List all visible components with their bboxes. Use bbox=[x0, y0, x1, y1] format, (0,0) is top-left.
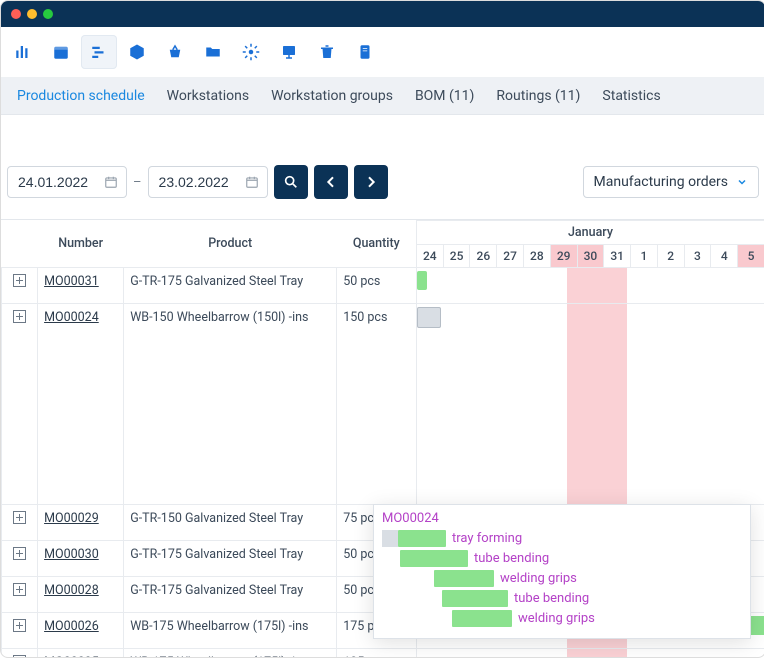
day-header: 24 bbox=[416, 245, 443, 268]
gantt-bar[interactable] bbox=[417, 307, 441, 328]
expand-button[interactable] bbox=[2, 268, 38, 304]
date-separator: – bbox=[133, 175, 142, 190]
op-label: tube bending bbox=[474, 551, 549, 566]
order-number-link[interactable]: MO00026 bbox=[44, 619, 99, 634]
day-header: 28 bbox=[523, 245, 550, 268]
tab-production-schedule[interactable]: Production schedule bbox=[17, 88, 145, 104]
order-number-link[interactable]: MO00031 bbox=[44, 274, 99, 289]
dashboard-icon[interactable] bbox=[5, 35, 41, 69]
expand-button[interactable] bbox=[2, 304, 38, 505]
product-cell: WB-175 Wheelbarrow (175l) -ins bbox=[124, 613, 337, 649]
gantt-bar[interactable] bbox=[417, 271, 427, 290]
table-row: MO00024 WB-150 Wheelbarrow (150l) -ins150… bbox=[2, 304, 764, 505]
timeline-cell[interactable] bbox=[416, 304, 764, 505]
basket-icon[interactable] bbox=[157, 35, 193, 69]
product-cell: G-TR-175 Galvanized Steel Tray bbox=[124, 268, 337, 304]
day-header: 27 bbox=[497, 245, 524, 268]
order-number-link[interactable]: MO00030 bbox=[44, 547, 99, 562]
col-product: Product bbox=[124, 221, 337, 268]
tab-workstation-groups[interactable]: Workstation groups bbox=[271, 88, 393, 104]
expand-button[interactable] bbox=[2, 505, 38, 541]
tab-statistics[interactable]: Statistics bbox=[602, 88, 660, 104]
day-header: 30 bbox=[577, 245, 604, 268]
day-header: 25 bbox=[443, 245, 470, 268]
product-cell: G-TR-175 Galvanized Steel Tray bbox=[124, 541, 337, 577]
tab-routings[interactable]: Routings (11) bbox=[496, 88, 580, 104]
toolbar: – Manufacturing orders bbox=[1, 115, 764, 219]
timeline-cell[interactable] bbox=[416, 268, 764, 304]
expand-button[interactable] bbox=[2, 577, 38, 613]
table-row: MO00031 G-TR-175 Galvanized Steel Tray50 … bbox=[2, 268, 764, 304]
day-header: 1 bbox=[631, 245, 658, 268]
order-number-link[interactable]: MO00024 bbox=[44, 310, 99, 325]
tab-workstations[interactable]: Workstations bbox=[167, 88, 249, 104]
op-label: tube bending bbox=[514, 591, 589, 606]
maximize-dot[interactable] bbox=[43, 9, 53, 19]
date-from-field[interactable] bbox=[7, 166, 127, 198]
calendar-small-icon bbox=[104, 175, 118, 189]
search-button[interactable] bbox=[274, 165, 308, 199]
op-label: welding grips bbox=[500, 571, 577, 586]
view-select[interactable]: Manufacturing orders bbox=[583, 166, 760, 198]
product-cell: G-TR-175 Galvanized Steel Tray bbox=[124, 577, 337, 613]
col-number: Number bbox=[38, 221, 124, 268]
date-to-input[interactable] bbox=[157, 173, 239, 191]
quantity-cell: 50 pcs bbox=[337, 268, 417, 304]
gantt-area: Number Product Quantity January 24252627… bbox=[1, 219, 764, 657]
day-header: 2 bbox=[657, 245, 684, 268]
order-number-link[interactable]: MO00028 bbox=[44, 583, 99, 598]
gear-icon[interactable] bbox=[233, 35, 269, 69]
month-label: January bbox=[416, 221, 764, 245]
expand-button[interactable] bbox=[2, 613, 38, 649]
expand-button[interactable] bbox=[2, 541, 38, 577]
date-from-input[interactable] bbox=[16, 173, 98, 191]
box-icon[interactable] bbox=[119, 35, 155, 69]
view-select-label: Manufacturing orders bbox=[594, 174, 729, 190]
close-dot[interactable] bbox=[11, 9, 21, 19]
calendar-icon[interactable] bbox=[43, 35, 79, 69]
trash-icon[interactable] bbox=[309, 35, 345, 69]
document-icon[interactable] bbox=[347, 35, 383, 69]
tab-bom[interactable]: BOM (11) bbox=[415, 88, 474, 104]
tabbar: Production schedule Workstations Worksta… bbox=[1, 78, 764, 115]
quantity-cell: 150 pcs bbox=[337, 304, 417, 505]
folder-icon[interactable] bbox=[195, 35, 231, 69]
day-header: 29 bbox=[550, 245, 577, 268]
next-button[interactable] bbox=[354, 165, 388, 199]
date-to-field[interactable] bbox=[148, 166, 268, 198]
day-header: 4 bbox=[711, 245, 738, 268]
calendar-small-icon bbox=[245, 175, 259, 189]
chevron-down-icon bbox=[736, 176, 748, 188]
order-tooltip: MO00024 tray forming tube bending weldin… bbox=[373, 504, 751, 639]
tooltip-title: MO00024 bbox=[382, 511, 742, 526]
gantt-icon[interactable] bbox=[81, 35, 117, 69]
minimize-dot[interactable] bbox=[27, 9, 37, 19]
op-label: welding grips bbox=[518, 611, 595, 626]
day-header: 3 bbox=[684, 245, 711, 268]
order-number-link[interactable]: MO00025 bbox=[44, 655, 99, 657]
order-number-link[interactable]: MO00029 bbox=[44, 511, 99, 526]
op-label: tray forming bbox=[452, 531, 522, 546]
titlebar bbox=[1, 1, 764, 27]
product-cell: WB-150 Wheelbarrow (150l) -ins bbox=[124, 304, 337, 505]
prev-button[interactable] bbox=[314, 165, 348, 199]
iconbar bbox=[1, 27, 764, 78]
day-header: 5 bbox=[738, 245, 764, 268]
col-quantity: Quantity bbox=[337, 221, 417, 268]
day-header: 31 bbox=[604, 245, 631, 268]
product-cell: G-TR-150 Galvanized Steel Tray bbox=[124, 505, 337, 541]
day-header: 26 bbox=[470, 245, 497, 268]
presentation-icon[interactable] bbox=[271, 35, 307, 69]
